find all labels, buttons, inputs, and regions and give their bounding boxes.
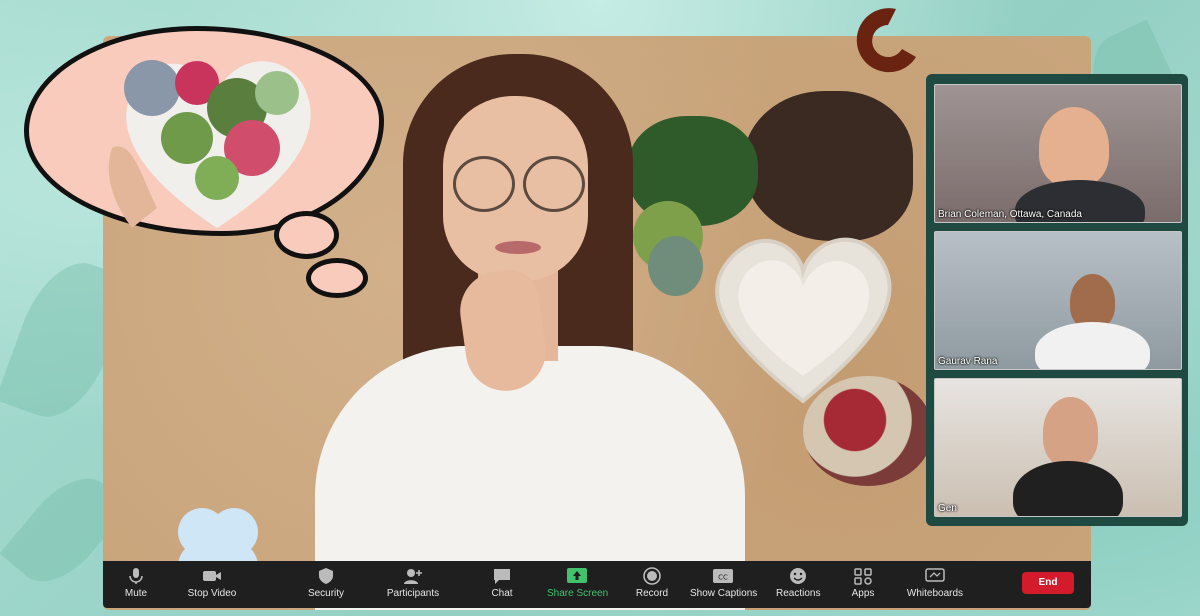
- participant-video: [1043, 397, 1098, 467]
- record-circle-icon: [643, 567, 661, 585]
- succulent-planter-image: [108, 60, 311, 228]
- participant-video: [1039, 107, 1109, 187]
- meeting-toolbar: Mute Stop Video Security Participants Ch…: [103, 561, 1091, 608]
- apps-grid-icon: [854, 568, 872, 585]
- mute-button[interactable]: Mute: [121, 565, 151, 605]
- participant-name: Brian Coleman, Ottawa, Canada: [938, 209, 1082, 220]
- dried-flowers: [803, 376, 933, 486]
- thought-bubble: [24, 6, 384, 259]
- svg-text:CC: CC: [718, 574, 728, 582]
- thought-bubble-dot: [306, 258, 368, 298]
- end-meeting-button[interactable]: End: [1022, 572, 1074, 594]
- chat-button[interactable]: Chat: [488, 565, 516, 605]
- security-button[interactable]: Security: [306, 565, 346, 605]
- stop-video-button[interactable]: Stop Video: [187, 565, 237, 605]
- glasses-left-lens: [453, 156, 515, 212]
- participant-tile[interactable]: Gen: [934, 378, 1182, 517]
- record-button[interactable]: Record: [635, 565, 669, 605]
- apps-button[interactable]: Apps: [850, 565, 876, 605]
- add-person-icon: [404, 569, 422, 584]
- show-captions-button[interactable]: CC Show Captions: [690, 565, 757, 605]
- succulent: [648, 236, 703, 296]
- speech-bubble-icon: [494, 569, 510, 584]
- cc-icon: CC: [713, 569, 733, 583]
- participant-tile[interactable]: Brian Coleman, Ottawa, Canada: [934, 84, 1182, 223]
- reactions-button[interactable]: Reactions: [776, 565, 820, 605]
- whiteboards-button[interactable]: Whiteboards: [905, 565, 965, 605]
- participants-button[interactable]: Participants: [385, 565, 441, 605]
- participant-video: [1070, 274, 1115, 329]
- video-camera-icon: [203, 571, 221, 581]
- whiteboard-icon: [925, 568, 945, 582]
- participant-tile[interactable]: Gaurav Rana: [934, 231, 1182, 370]
- glasses-right-lens: [523, 156, 585, 212]
- share-screen-button[interactable]: Share Screen: [547, 565, 608, 605]
- participant-panel: Brian Coleman, Ottawa, Canada Gaurav Ran…: [926, 74, 1188, 526]
- smiley-icon: [790, 568, 806, 584]
- participant-name: Gaurav Rana: [938, 356, 998, 367]
- microphone-icon: [129, 568, 143, 584]
- share-arrow-icon: [567, 568, 587, 583]
- shield-icon: [319, 568, 333, 584]
- participant-name: Gen: [938, 503, 957, 514]
- decorative-arc: [856, 8, 916, 73]
